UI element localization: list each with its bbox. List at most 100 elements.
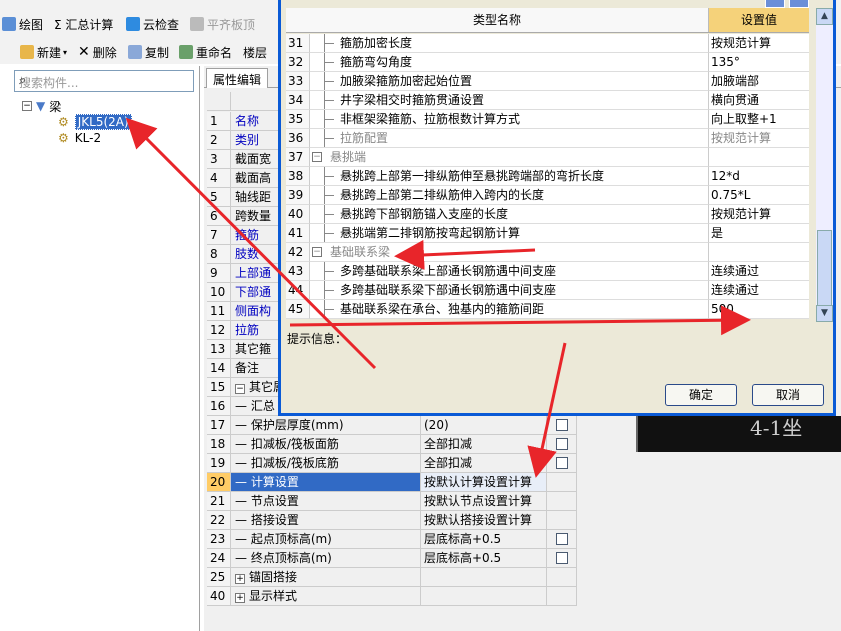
settings-row[interactable]: 32 箍筋弯勾角度 135° xyxy=(286,53,809,72)
setting-value[interactable]: 12*d xyxy=(709,167,809,186)
property-row[interactable]: 19 — 扣减板/筏板底筋 全部扣减 xyxy=(207,454,577,473)
property-row[interactable]: 20 — 计算设置 按默认计算设置计算 xyxy=(207,473,577,492)
expand-icon[interactable]: + xyxy=(235,593,245,603)
copy-button[interactable]: 复制 xyxy=(128,42,169,62)
settings-group-row[interactable]: 42− 基础联系梁 xyxy=(286,243,809,262)
new-button[interactable]: 新建 ▾ xyxy=(20,42,67,62)
tree-item-kl2[interactable]: ⚙ KL-2 xyxy=(58,130,101,146)
settings-row[interactable]: 38 悬挑跨上部第一排纵筋伸至悬挑跨端部的弯折长度 12*d xyxy=(286,167,809,186)
collapse-icon[interactable]: − xyxy=(312,247,322,257)
attach-checkbox[interactable] xyxy=(556,457,568,469)
setting-value[interactable]: 135° xyxy=(709,53,809,72)
tree-root-beam[interactable]: − ▼ 梁 xyxy=(22,98,61,114)
settings-row[interactable]: 43 多跨基础联系梁上部通长钢筋遇中间支座 连续通过 xyxy=(286,262,809,281)
setting-value[interactable] xyxy=(709,243,809,262)
row-number: 11 xyxy=(207,302,231,321)
property-value[interactable]: 按默认搭接设置计算 xyxy=(421,511,547,530)
settings-row[interactable]: 31 箍筋加密长度 按规范计算 xyxy=(286,34,809,53)
row-number: 45 xyxy=(286,300,310,319)
settings-row[interactable]: 45 基础联系梁在承台、独基内的箍筋间距 500 xyxy=(286,300,809,319)
property-row[interactable]: 17 — 保护层厚度(mm) (20) xyxy=(207,416,577,435)
property-value[interactable]: 全部扣减 xyxy=(421,454,547,473)
property-row[interactable]: 40 + 显示样式 xyxy=(207,587,577,606)
attach-cell xyxy=(547,511,577,530)
property-value[interactable]: 层底标高+0.5 xyxy=(421,549,547,568)
attach-cell xyxy=(547,454,577,473)
setting-value[interactable] xyxy=(709,148,809,167)
settings-row[interactable]: 34 井字梁相交时箍筋贯通设置 横向贯通 xyxy=(286,91,809,110)
summary-calc-button[interactable]: Σ 汇总计算 xyxy=(54,14,113,34)
attach-checkbox[interactable] xyxy=(556,438,568,450)
settings-group-row[interactable]: 37− 悬挑端 xyxy=(286,148,809,167)
setting-value[interactable]: 横向贯通 xyxy=(709,91,809,110)
draw-button[interactable]: 绘图 xyxy=(2,14,43,34)
tab-property-edit[interactable]: 属性编辑 xyxy=(206,68,269,88)
help-button[interactable] xyxy=(765,0,785,8)
search-icon[interactable]: ⌕ xyxy=(19,73,37,89)
ok-button[interactable]: 确定 xyxy=(665,384,737,406)
delete-button[interactable]: ✕ 删除 xyxy=(78,42,117,62)
settings-row[interactable]: 36 拉筋配置 按规范计算 xyxy=(286,129,809,148)
property-name-text: 类别 xyxy=(235,133,260,147)
setting-name-text: 多跨基础联系梁上部通长钢筋遇中间支座 xyxy=(340,264,557,278)
collapse-icon[interactable]: − xyxy=(235,384,245,394)
property-value[interactable]: 全部扣减 xyxy=(421,435,547,454)
property-value[interactable]: (20) xyxy=(421,416,547,435)
setting-value[interactable]: 加腋端部 xyxy=(709,72,809,91)
tree-item-label: JKL5(2A) xyxy=(74,114,132,130)
scroll-down-icon[interactable]: ▼ xyxy=(816,305,833,322)
property-name: — 扣减板/筏板底筋 xyxy=(231,454,421,473)
property-name: — 保护层厚度(mm) xyxy=(231,416,421,435)
settings-row[interactable]: 35 非框架梁箍筋、拉筋根数计算方式 向上取整+1 xyxy=(286,110,809,129)
setting-value[interactable]: 按规范计算 xyxy=(709,34,809,53)
scrollbar[interactable]: ▲ ▼ xyxy=(816,8,833,322)
property-value[interactable] xyxy=(421,587,547,606)
collapse-icon[interactable]: − xyxy=(22,101,32,111)
attach-checkbox[interactable] xyxy=(556,552,568,564)
setting-value[interactable]: 按规范计算 xyxy=(709,205,809,224)
settings-row[interactable]: 33 加腋梁箍筋加密起始位置 加腋端部 xyxy=(286,72,809,91)
property-row[interactable]: 24 — 终点顶标高(m) 层底标高+0.5 xyxy=(207,549,577,568)
rename-button[interactable]: 重命名 xyxy=(179,42,232,62)
property-row[interactable]: 18 — 扣减板/筏板面筋 全部扣减 xyxy=(207,435,577,454)
property-value[interactable]: 按默认计算设置计算 xyxy=(421,473,547,492)
property-value[interactable]: 层底标高+0.5 xyxy=(421,530,547,549)
floor-button[interactable]: 楼层 xyxy=(243,42,267,62)
property-row[interactable]: 22 — 搭接设置 按默认搭接设置计算 xyxy=(207,511,577,530)
flush-slab-top-button[interactable]: 平齐板顶 xyxy=(190,14,255,34)
row-number: 17 xyxy=(207,416,231,435)
setting-name-text: 悬挑跨上部第二排纵筋伸入跨内的长度 xyxy=(340,188,545,202)
setting-value[interactable]: 是 xyxy=(709,224,809,243)
setting-value[interactable]: 连续通过 xyxy=(709,262,809,281)
scroll-thumb[interactable] xyxy=(817,230,832,310)
property-value[interactable]: 按默认节点设置计算 xyxy=(421,492,547,511)
property-row[interactable]: 21 — 节点设置 按默认节点设置计算 xyxy=(207,492,577,511)
setting-value[interactable]: 0.75*L xyxy=(709,186,809,205)
tree-item-jkl5[interactable]: ⚙ JKL5(2A) xyxy=(58,114,132,130)
setting-value[interactable]: 500 xyxy=(709,300,809,319)
settings-row[interactable]: 41 悬挑端第二排钢筋按弯起钢筋计算 是 xyxy=(286,224,809,243)
collapse-icon[interactable]: − xyxy=(312,152,322,162)
close-button[interactable] xyxy=(789,0,809,8)
settings-row[interactable]: 44 多跨基础联系梁下部通长钢筋遇中间支座 连续通过 xyxy=(286,281,809,300)
row-number: 5 xyxy=(207,188,231,207)
expand-icon[interactable]: + xyxy=(235,574,245,584)
scroll-up-icon[interactable]: ▲ xyxy=(816,8,833,25)
search-input[interactable]: 搜索构件... ⌕ xyxy=(14,70,194,92)
property-row[interactable]: 23 — 起点顶标高(m) 层底标高+0.5 xyxy=(207,530,577,549)
settings-row[interactable]: 40 悬挑跨下部钢筋锚入支座的长度 按规范计算 xyxy=(286,205,809,224)
attach-checkbox[interactable] xyxy=(556,419,568,431)
property-name-text: — 起点顶标高(m) xyxy=(235,532,332,546)
attach-checkbox[interactable] xyxy=(556,533,568,545)
setting-name-text: 悬挑端 xyxy=(330,150,367,164)
gear-icon: ⚙ xyxy=(58,131,69,145)
setting-value[interactable]: 向上取整+1 xyxy=(709,110,809,129)
settings-row[interactable]: 39 悬挑跨上部第二排纵筋伸入跨内的长度 0.75*L xyxy=(286,186,809,205)
cancel-button[interactable]: 取消 xyxy=(752,384,824,406)
setting-value[interactable]: 连续通过 xyxy=(709,281,809,300)
flush-slab-label: 平齐板顶 xyxy=(207,17,256,32)
property-row[interactable]: 25 + 锚固搭接 xyxy=(207,568,577,587)
property-value[interactable] xyxy=(421,568,547,587)
setting-value[interactable]: 按规范计算 xyxy=(709,129,809,148)
cloud-check-button[interactable]: 云检查 xyxy=(126,14,179,34)
